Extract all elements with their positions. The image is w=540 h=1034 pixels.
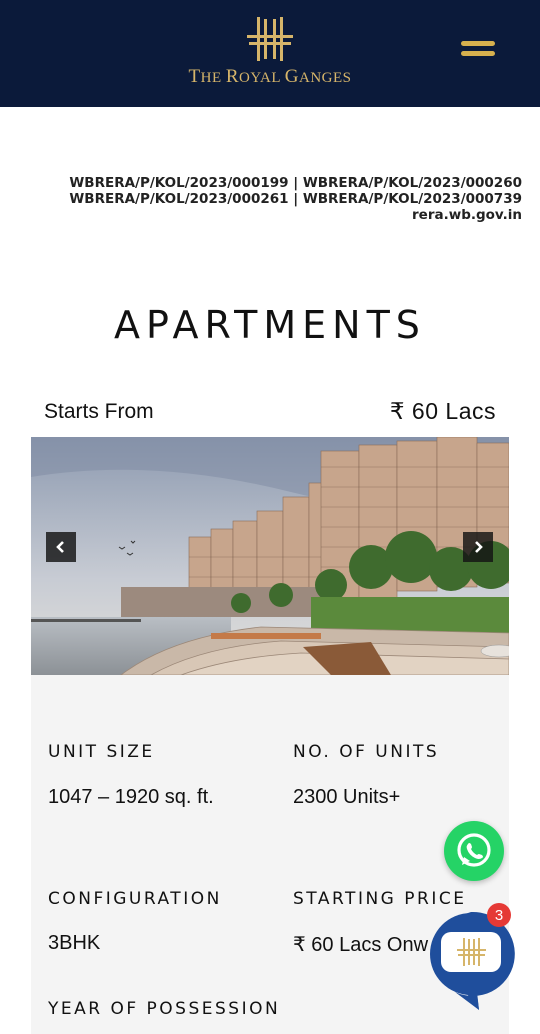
riverside-towers-illustration [31,437,509,675]
starting-price: ₹ 60 Lacs [389,398,496,424]
whatsapp-icon [457,833,491,867]
carousel-next-button[interactable] [463,532,493,562]
configuration-value: 3BHK [48,932,101,954]
starting-price-label: STARTING PRICE [293,889,467,909]
carousel-prev-button[interactable] [46,532,76,562]
chat-notification-badge: 3 [487,903,511,927]
rera-registration: WBRERA/P/KOL/2023/000199 | WBRERA/P/KOL/… [69,175,522,223]
starting-price-value: ₹ 60 Lacs Onw [293,934,429,956]
unit-size-label: UNIT SIZE [48,742,155,762]
units-label: NO. OF UNITS [293,742,440,762]
rera-line-2: WBRERA/P/KOL/2023/000261 | WBRERA/P/KOL/… [69,191,522,207]
page-title: APARTMENTS [114,303,426,347]
starts-from-label: Starts From [44,400,154,423]
chevron-left-icon [56,541,64,553]
configuration-label: CONFIGURATION [48,889,222,909]
brand-name: THE ROYAL GANGES [188,66,352,87]
site-header: THE ROYAL GANGES [0,0,540,107]
hamburger-menu-icon[interactable] [458,38,498,60]
logo-mark-icon [247,17,293,61]
units-value: 2300 Units+ [293,786,401,808]
unit-size-value: 1047 – 1920 sq. ft. [48,786,214,808]
apartment-carousel-image[interactable] [31,437,509,675]
whatsapp-button[interactable] [444,821,504,881]
rera-website: rera.wb.gov.in [412,207,522,223]
chevron-right-icon [475,541,483,553]
rera-line-1: WBRERA/P/KOL/2023/000199 | WBRERA/P/KOL/… [69,175,522,191]
possession-label: YEAR OF POSSESSION [48,999,281,1019]
